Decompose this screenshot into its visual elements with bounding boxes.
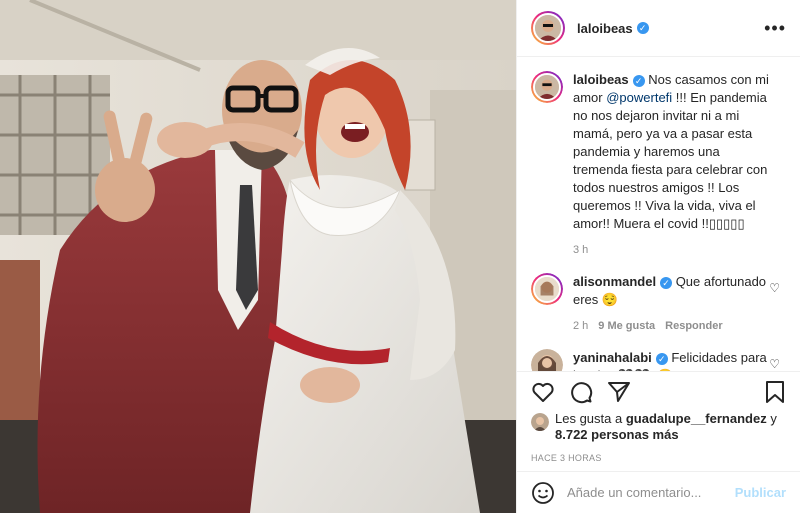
comment-bubble-icon[interactable] [569, 380, 593, 404]
likes-summary: Les gusta a guadalupe__fernandez y 8.722… [517, 411, 800, 443]
avatar[interactable] [531, 11, 565, 45]
likes-prefix: Les gusta a [555, 411, 626, 426]
add-comment-bar: Añade un comentario... Publicar [517, 471, 800, 513]
profile-photo-icon [535, 15, 561, 41]
verified-badge-icon: ✓ [660, 276, 673, 289]
avatar[interactable] [531, 71, 563, 103]
profile-photo-icon [535, 75, 559, 99]
comment-time[interactable]: 2 h [573, 317, 588, 335]
reply-button[interactable]: Responder [665, 317, 722, 335]
post-header: laloibeas ✓ ••• [517, 0, 800, 57]
comment-likes[interactable]: 9 Me gusta [598, 317, 655, 335]
profile-photo-icon [531, 349, 563, 371]
like-comment-heart-icon[interactable]: ♡ [769, 357, 780, 371]
comment-body: alisonmandel ✓ Que afortunado eres 😌 2 h … [573, 273, 778, 335]
liker-username[interactable]: guadalupe__fernandez [626, 411, 767, 426]
verified-badge-icon: ✓ [655, 352, 668, 365]
comment-item: yaninahalabi✓ Felicidades para los dos 🖤… [531, 349, 786, 371]
like-heart-icon[interactable] [531, 380, 555, 404]
likes-text: Les gusta a guadalupe__fernandez y 8.722… [555, 411, 777, 443]
publish-button[interactable]: Publicar [735, 485, 786, 500]
action-bar [517, 371, 800, 411]
caption: laloibeas ✓ Nos casamos con mi amor @powe… [531, 71, 786, 259]
avatar[interactable] [531, 349, 563, 371]
caption-meta: 3 h [573, 241, 778, 259]
wedding-photo-image [0, 0, 516, 513]
share-paper-plane-icon[interactable] [607, 380, 631, 404]
caption-mention[interactable]: @powertefi [606, 90, 672, 105]
liker-avatar[interactable] [531, 413, 549, 431]
caption-username[interactable]: laloibeas [573, 72, 629, 87]
save-bookmark-icon[interactable] [764, 380, 786, 404]
comments-list[interactable]: laloibeas ✓ Nos casamos con mi amor @powe… [517, 57, 800, 371]
post-timestamp[interactable]: HACE 3 HORAS [517, 443, 800, 471]
like-comment-heart-icon[interactable]: ♡ [769, 281, 780, 295]
verified-badge-icon: ✓ [636, 22, 649, 34]
likes-joiner: y [766, 411, 777, 426]
avatar[interactable] [531, 273, 563, 305]
emoji-smiley-icon[interactable] [531, 481, 555, 505]
caption-body: laloibeas ✓ Nos casamos con mi amor @powe… [573, 71, 778, 259]
comment-input[interactable]: Añade un comentario... [567, 485, 735, 500]
profile-photo-icon [535, 277, 559, 301]
likes-count[interactable]: 8.722 personas más [555, 427, 679, 442]
instagram-post: laloibeas ✓ ••• laloibeas ✓ Nos casamos … [0, 0, 800, 513]
caption-time[interactable]: 3 h [573, 241, 588, 259]
comment-meta: 2 h 9 Me gusta Responder [573, 317, 778, 335]
comment-body: yaninahalabi✓ Felicidades para los dos 🖤… [573, 349, 778, 371]
header-username[interactable]: laloibeas [577, 21, 633, 36]
comment-username[interactable]: yaninahalabi [573, 350, 652, 365]
comment-username[interactable]: alisonmandel [573, 274, 656, 289]
comment-item: alisonmandel ✓ Que afortunado eres 😌 2 h … [531, 273, 786, 335]
post-photo[interactable] [0, 0, 516, 513]
post-side-panel: laloibeas ✓ ••• laloibeas ✓ Nos casamos … [516, 0, 800, 513]
more-options-icon[interactable]: ••• [764, 18, 786, 39]
caption-text-rest: !!! En pandemia no nos dejaron invitar n… [573, 90, 768, 231]
profile-photo-icon [531, 413, 549, 431]
verified-badge-icon: ✓ [632, 74, 645, 87]
